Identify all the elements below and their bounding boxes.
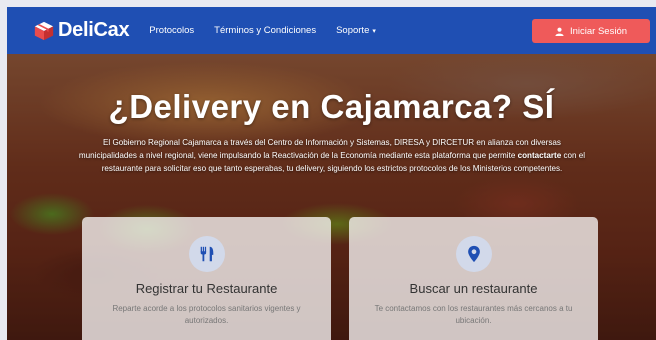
card-title: Registrar tu Restaurante <box>135 281 278 296</box>
hero-text-bold: contactarte <box>517 151 562 160</box>
caret-down-icon: ▾ <box>372 28 376 35</box>
brand-logo[interactable]: DeliCax <box>33 19 130 42</box>
map-marker-icon <box>467 245 480 263</box>
card-text: Reparte acorde a los protocolos sanitari… <box>112 304 301 325</box>
nav-link-soporte[interactable]: Soporte ▾ <box>336 25 376 36</box>
hero-text-part-1: El Gobierno Regional Cajamarca a través … <box>78 138 561 160</box>
user-icon <box>555 27 564 36</box>
navbar: DeliCax Protocolos Términos y Condicione… <box>7 7 656 54</box>
login-button[interactable]: Iniciar Sesión <box>532 19 650 43</box>
utensils-icon <box>200 246 213 262</box>
nav-link-soporte-label: Soporte <box>336 25 370 36</box>
card-search-restaurant[interactable]: Buscar un restaurante Te contactamos con… <box>349 217 598 340</box>
hero-title: ¿Delivery en Cajamarca? SÍ <box>108 88 555 125</box>
login-button-label: Iniciar Sesión <box>569 25 628 37</box>
card-icon-circle <box>455 236 492 272</box>
nav-links: Protocolos Términos y Condiciones Soport… <box>149 25 396 36</box>
hero-description: El Gobierno Regional Cajamarca a través … <box>77 136 587 175</box>
card-icon-circle <box>188 236 225 272</box>
nav-link-protocolos[interactable]: Protocolos <box>149 25 194 36</box>
card-title: Buscar un restaurante <box>409 281 538 296</box>
card-text: Te contactamos con los restaurantes más … <box>374 304 573 325</box>
card-register-restaurant[interactable]: Registrar tu Restaurante Reparte acorde … <box>82 217 331 340</box>
page-frame: DeliCax Protocolos Términos y Condicione… <box>7 7 656 340</box>
nav-link-terminos[interactable]: Términos y Condiciones <box>214 25 316 36</box>
hero-section: ¿Delivery en Cajamarca? SÍ El Gobierno R… <box>7 54 656 340</box>
box-icon <box>34 21 54 40</box>
brand-name: DeliCax <box>58 19 130 41</box>
